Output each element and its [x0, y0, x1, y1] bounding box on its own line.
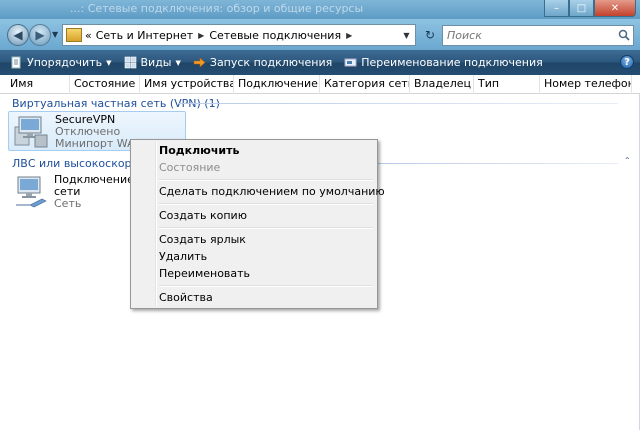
- column-header-status[interactable]: Состояние: [70, 75, 140, 94]
- control-panel-icon: [66, 28, 82, 42]
- menu-item-create-shortcut[interactable]: Создать ярлык: [133, 231, 375, 248]
- group-divider: [378, 163, 618, 164]
- menu-separator: [159, 200, 375, 207]
- rename-connection-label: Переименование подключения: [361, 56, 543, 69]
- search-box[interactable]: [442, 25, 634, 46]
- organize-button[interactable]: Упорядочить ▼: [0, 50, 118, 75]
- navigation-bar: ◀ ▶ ▼ « Сеть и Интернет ▶ Сетевые подклю…: [0, 19, 640, 50]
- column-header-name[interactable]: Имя: [6, 75, 70, 94]
- menu-item-rename[interactable]: Переименовать: [133, 265, 375, 282]
- recent-pages-dropdown-icon[interactable]: ▼: [52, 30, 58, 39]
- address-overflow[interactable]: «: [85, 29, 92, 42]
- column-headers: Имя Состояние Имя устройства Подключение…: [0, 75, 640, 94]
- vpn-connection-icon: [14, 116, 48, 148]
- collapse-group-icon[interactable]: ⌃: [624, 156, 634, 166]
- views-button[interactable]: Виды ▼: [118, 50, 187, 75]
- menu-separator: [159, 176, 375, 183]
- breadcrumb-network-connections[interactable]: Сетевые подключения: [209, 29, 341, 42]
- menu-item-connect[interactable]: Подключить: [133, 142, 375, 159]
- menu-item-set-default[interactable]: Сделать подключением по умолчанию: [133, 183, 385, 200]
- views-icon: [124, 56, 136, 69]
- organize-label: Упорядочить: [27, 56, 103, 69]
- organize-icon: [11, 56, 21, 69]
- column-header-phone-number[interactable]: Номер телефона...: [540, 75, 632, 94]
- column-header-network-category[interactable]: Категория сети: [320, 75, 410, 94]
- title-bar: ...: Сетевые подключения: обзор и общие …: [0, 0, 640, 19]
- breadcrumb-arrow-icon[interactable]: ▶: [198, 31, 204, 40]
- lan-connection-icon: [16, 176, 47, 208]
- column-header-connection[interactable]: Подключение: [234, 75, 320, 94]
- views-dropdown-icon: ▼: [175, 58, 181, 67]
- caption-buttons: – □ ✕: [544, 0, 636, 17]
- column-header-device-name[interactable]: Имя устройства: [140, 75, 234, 94]
- column-header-type[interactable]: Тип: [474, 75, 540, 94]
- address-dropdown-icon[interactable]: ▼: [398, 25, 415, 45]
- start-connection-button[interactable]: Запуск подключения: [187, 50, 338, 75]
- address-bar[interactable]: « Сеть и Интернет ▶ Сетевые подключения …: [62, 24, 416, 46]
- breadcrumb-arrow-icon[interactable]: ▶: [346, 31, 352, 40]
- menu-item-status: Состояние: [159, 161, 221, 174]
- maximize-button[interactable]: □: [569, 0, 594, 17]
- search-icon[interactable]: [618, 29, 630, 41]
- refresh-icon[interactable]: ↻: [420, 25, 440, 45]
- minimize-button[interactable]: –: [544, 0, 569, 17]
- organize-dropdown-icon: ▼: [106, 58, 112, 67]
- rename-connection-icon: [344, 58, 357, 67]
- command-bar: Упорядочить ▼ Виды ▼ Запуск подключения …: [0, 50, 640, 75]
- context-menu: Подключить Состояние Сделать подключение…: [130, 139, 385, 309]
- menu-separator: [159, 282, 375, 289]
- back-button[interactable]: ◀: [7, 24, 29, 46]
- search-input[interactable]: [443, 26, 613, 45]
- group-divider: [178, 103, 618, 104]
- start-connection-icon: [193, 57, 206, 68]
- menu-item-properties[interactable]: Свойства: [133, 289, 375, 306]
- column-header-owner[interactable]: Владелец: [410, 75, 474, 94]
- close-button[interactable]: ✕: [594, 0, 636, 17]
- menu-separator: [159, 224, 375, 231]
- menu-item-delete[interactable]: Удалить: [133, 248, 375, 265]
- rename-connection-button[interactable]: Переименование подключения: [338, 50, 548, 75]
- window-caption: ...: Сетевые подключения: обзор и общие …: [70, 2, 364, 15]
- views-label: Виды: [140, 56, 172, 69]
- breadcrumb-network-internet[interactable]: Сеть и Интернет: [96, 29, 193, 42]
- menu-item-create-copy[interactable]: Создать копию: [133, 207, 375, 224]
- help-icon[interactable]: ?: [620, 55, 634, 69]
- start-connection-label: Запуск подключения: [209, 56, 333, 69]
- forward-button[interactable]: ▶: [29, 24, 51, 46]
